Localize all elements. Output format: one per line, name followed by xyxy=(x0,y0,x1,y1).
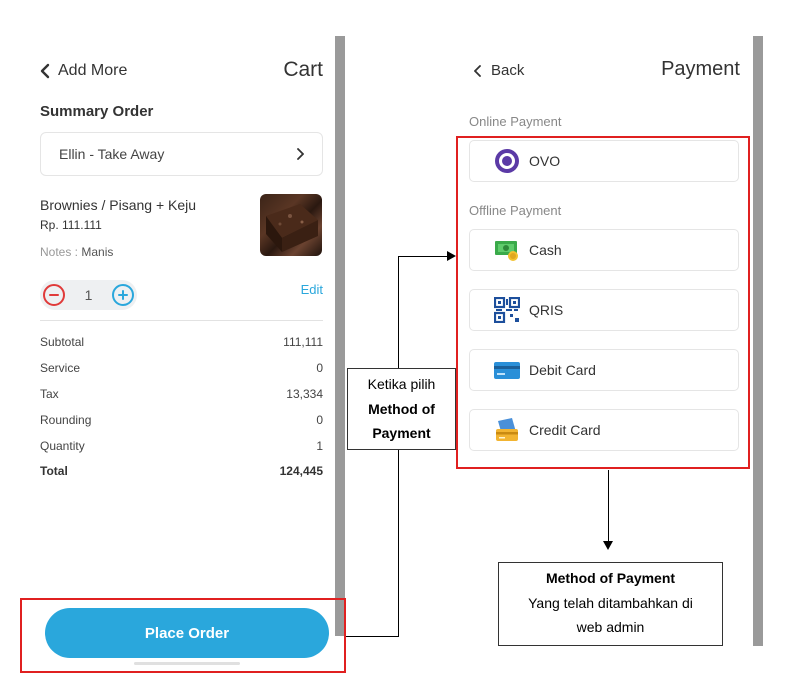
item-notes: Notes : Manis xyxy=(40,245,113,259)
summary-row-quantity: Quantity 1 xyxy=(40,439,323,453)
annotation-method-info: Method of Payment Yang telah ditambahkan… xyxy=(498,562,723,646)
connector-line xyxy=(608,470,609,542)
payment-methods-highlight xyxy=(456,136,750,469)
notes-label: Notes : xyxy=(40,245,82,259)
brownie-photo xyxy=(260,194,322,256)
quantity-value: 1 xyxy=(84,287,93,303)
notes-value: Manis xyxy=(81,245,114,259)
minus-icon xyxy=(49,294,59,296)
summary-label: Service xyxy=(40,361,81,375)
add-more-button[interactable]: Add More xyxy=(40,62,127,80)
cart-scrollbar[interactable] xyxy=(335,36,345,636)
place-order-button[interactable]: Place Order xyxy=(45,608,329,658)
payment-title: Payment xyxy=(661,58,740,80)
summary-label: Rounding xyxy=(40,413,92,427)
summary-label: Quantity xyxy=(40,439,85,453)
summary-row-service: Service 0 xyxy=(40,361,323,375)
item-name: Brownies / Pisang + Keju xyxy=(40,197,197,213)
cart-title: Cart xyxy=(283,58,323,81)
payment-scrollbar[interactable] xyxy=(753,36,763,646)
brownie-image-icon xyxy=(266,204,318,252)
arrow-right-icon xyxy=(447,251,456,261)
annotation-line: web admin xyxy=(576,619,645,635)
annotation-line: Method of Payment xyxy=(545,570,676,586)
summary-order-title: Summary Order xyxy=(40,103,154,120)
annotation-line: Method of xyxy=(368,400,435,417)
summary-value: 111,111 xyxy=(283,335,323,349)
customer-label: Ellin - Take Away xyxy=(59,146,165,162)
connector-line xyxy=(346,636,399,637)
chevron-left-icon xyxy=(40,63,50,79)
cart-screen: Add More Cart Summary Order Ellin - Take… xyxy=(20,36,345,676)
summary-row-rounding: Rounding 0 xyxy=(40,413,323,427)
plus-icon xyxy=(117,290,128,300)
place-order-highlight: Place Order xyxy=(20,598,346,673)
annotation-line: Payment xyxy=(372,425,431,441)
summary-row-subtotal: Subtotal 111,111 xyxy=(40,335,323,349)
edit-item-link[interactable]: Edit xyxy=(301,282,323,297)
home-indicator xyxy=(134,662,240,665)
summary-row-tax: Tax 13,334 xyxy=(40,387,323,401)
summary-value: 1 xyxy=(316,439,323,453)
annotation-line: Ketika pilih xyxy=(367,376,436,392)
item-price: Rp. 111.111 xyxy=(40,218,102,232)
annotation-select-method: Ketika pilih Method of Payment xyxy=(347,368,456,450)
connector-line xyxy=(398,256,448,257)
summary-value: 0 xyxy=(316,413,323,427)
summary-row-total: Total 124,445 xyxy=(40,464,323,478)
summary-value: 13,334 xyxy=(286,387,323,401)
summary-label: Total xyxy=(40,464,68,478)
connector-line xyxy=(398,256,399,368)
summary-value: 0 xyxy=(316,361,323,375)
back-label: Back xyxy=(491,62,525,79)
online-payment-label: Online Payment xyxy=(469,114,562,129)
summary-label: Subtotal xyxy=(40,335,85,349)
arrow-down-icon xyxy=(603,541,613,550)
quantity-stepper: 1 xyxy=(40,280,137,310)
annotation-line: Yang telah ditambahkan di xyxy=(528,594,693,611)
chevron-right-icon xyxy=(297,148,304,160)
back-button[interactable]: Back xyxy=(474,62,524,79)
summary-value: 124,445 xyxy=(279,464,323,478)
decrease-quantity-button[interactable] xyxy=(43,284,65,306)
add-more-label: Add More xyxy=(58,62,128,79)
customer-selector[interactable]: Ellin - Take Away xyxy=(40,132,323,176)
connector-line xyxy=(398,450,399,637)
chevron-left-icon xyxy=(474,64,481,77)
increase-quantity-button[interactable] xyxy=(111,284,134,306)
summary-label: Tax xyxy=(40,387,59,401)
divider xyxy=(40,320,323,321)
